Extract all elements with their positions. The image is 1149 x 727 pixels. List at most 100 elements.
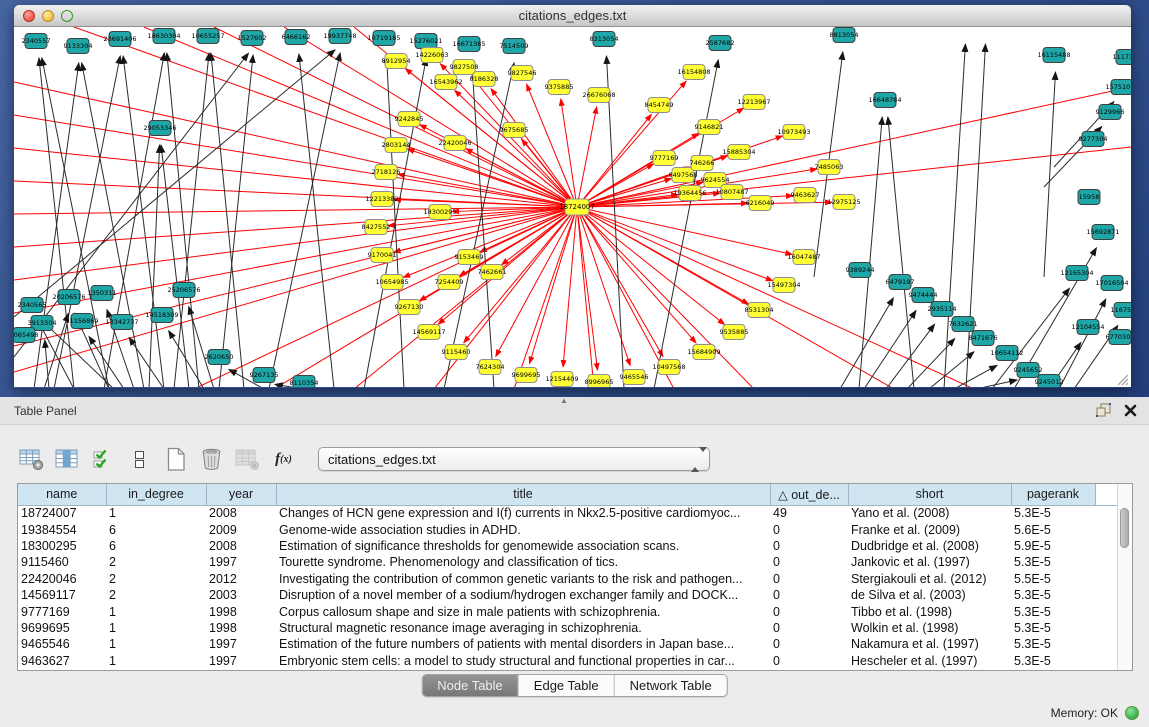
table-cell[interactable]: 5.3E-5 [1011,653,1095,669]
graph-node[interactable]: 9133304 [64,39,93,54]
table-cell[interactable]: Stergiakouli et al. (2012) [848,571,1011,587]
column-header-title[interactable]: title [276,484,770,505]
table-cell[interactable]: 2 [106,571,206,587]
graph-node[interactable]: 9699695 [512,368,541,383]
graph-node[interactable]: 9474444 [909,288,938,303]
table-cell[interactable]: 2008 [206,538,276,554]
graph-node[interactable]: 2803144 [382,138,411,153]
table-cell[interactable]: Estimation of significance thresholds fo… [276,538,770,554]
tab-edge-table[interactable]: Edge Table [518,675,614,696]
table-cell[interactable]: 9777169 [18,603,106,619]
table-cell[interactable]: 9699695 [18,620,106,636]
graph-node[interactable]: 29053346 [143,121,176,136]
table-options-icon[interactable] [18,445,45,473]
table-cell[interactable]: 1997 [206,636,276,652]
table-cell[interactable]: 1 [106,603,206,619]
row-height-icon[interactable] [126,445,153,473]
graph-node[interactable]: 9675685 [500,123,529,138]
table-cell[interactable]: 1 [106,505,206,521]
graph-node[interactable]: 9465546 [620,370,649,385]
table-cell[interactable]: Corpus callosum shape and size in male p… [276,603,770,619]
graph-node[interactable]: 1167533 [1111,303,1131,318]
graph-node[interactable]: 2620650 [205,350,234,365]
graph-node[interactable]: 16115488 [1037,48,1070,63]
graph-node[interactable]: 26676068 [582,88,615,103]
scrollbar-thumb[interactable] [1120,508,1129,548]
table-cell[interactable]: Structural magnetic resonance image aver… [276,620,770,636]
table-cell[interactable]: 5.3E-5 [1011,587,1095,603]
graph-node[interactable]: 9389244 [846,263,875,278]
network-window-titlebar[interactable]: citations_edges.txt [14,5,1131,27]
graph-node[interactable]: 19937748 [323,29,356,44]
table-row[interactable]: 977716911998Corpus callosum shape and si… [18,603,1120,619]
table-cell[interactable]: Estimation of the future numbers of pati… [276,636,770,652]
graph-node[interactable]: 9827546 [508,66,537,81]
graph-node[interactable]: 9146821 [695,120,724,135]
graph-node[interactable]: 8813054 [830,28,859,43]
table-row[interactable]: 2242004622012Investigating the contribut… [18,571,1120,587]
graph-node[interactable]: 16543962 [429,75,462,90]
graph-node[interactable]: 2587682 [706,36,735,51]
column-header-year[interactable]: year [206,484,276,505]
delete-columns-icon[interactable] [198,445,225,473]
graph-node[interactable]: 14226063 [415,48,448,63]
graph-node[interactable]: 16154808 [677,65,710,80]
graph-node[interactable]: 9277304 [1079,132,1108,147]
graph-node[interactable]: 19364456 [673,186,706,201]
table-cell[interactable]: de Silva et al. (2003) [848,587,1011,603]
table-cell[interactable]: 9465546 [18,636,106,652]
graph-node[interactable]: 10654985 [375,275,408,290]
graph-node[interactable]: 7462661 [478,265,507,280]
table-row[interactable]: 1938455462009Genome-wide association stu… [18,521,1120,537]
graph-node[interactable]: 12165304 [1060,266,1093,281]
table-cell[interactable]: 1997 [206,554,276,570]
table-cell[interactable]: 5.3E-5 [1011,505,1095,521]
table-cell[interactable]: 5.3E-5 [1011,554,1095,570]
table-cell[interactable]: 2003 [206,587,276,603]
graph-node[interactable]: 12213967 [737,95,770,110]
table-cell[interactable]: Investigating the contribution of common… [276,571,770,587]
table-cell[interactable]: 1 [106,653,206,669]
graph-node[interactable]: 20206576 [52,290,85,305]
tab-network-table[interactable]: Network Table [614,675,727,696]
table-cell[interactable]: 5.6E-5 [1011,521,1095,537]
node-table[interactable]: namein_degreeyeartitle△ out_de...shortpa… [17,483,1133,671]
graph-node[interactable]: 23691406 [103,32,136,47]
graph-node[interactable]: 746266 [690,156,715,171]
graph-node[interactable]: 12104554 [1071,320,1104,335]
graph-node[interactable]: 8313054 [590,32,619,47]
table-cell[interactable]: Nakamura et al. (1997) [848,636,1011,652]
table-cell[interactable]: Tibbo et al. (1998) [848,603,1011,619]
graph-node[interactable]: 9777169 [650,151,679,166]
graph-node[interactable]: 15276021 [409,34,442,49]
table-cell[interactable]: 19384554 [18,521,106,537]
table-cell[interactable]: 5.5E-5 [1011,571,1095,587]
graph-node[interactable]: 8996965 [585,375,614,388]
table-row[interactable]: 969969511998Structural magnetic resonanc… [18,620,1120,636]
table-cell[interactable]: Wolkin et al. (1998) [848,620,1011,636]
table-cell[interactable]: 2009 [206,521,276,537]
table-row[interactable]: 946554611997Estimation of the future num… [18,636,1120,652]
table-cell[interactable]: 18300295 [18,538,106,554]
graph-node[interactable]: 25206576 [167,283,200,298]
table-cell[interactable]: Jankovic et al. (1997) [848,554,1011,570]
table-cell[interactable]: 0 [770,653,848,669]
graph-node[interactable]: 1350311 [88,286,117,301]
vertical-scrollbar[interactable] [1117,484,1132,670]
graph-node[interactable]: 9267130 [395,300,424,315]
table-cell[interactable]: 0 [770,538,848,554]
graph-node[interactable]: 9129966 [1096,105,1125,120]
table-cell[interactable]: 14569117 [18,587,106,603]
table-cell[interactable]: 0 [770,620,848,636]
table-cell[interactable]: 5.3E-5 [1011,603,1095,619]
graph-node[interactable]: 6479197 [886,275,915,290]
graph-node[interactable]: 15684909 [687,345,720,360]
graph-node[interactable]: 7485063 [815,160,844,175]
graph-node[interactable]: 9463627 [791,188,820,203]
graph-node[interactable]: 8110354 [290,376,319,388]
graph-node[interactable]: 1117304 [1113,50,1131,65]
float-panel-icon[interactable] [1096,403,1111,422]
graph-node[interactable]: 2340557 [22,34,51,49]
graph-node[interactable]: 14518309 [145,308,178,323]
table-cell[interactable]: 5.3E-5 [1011,620,1095,636]
